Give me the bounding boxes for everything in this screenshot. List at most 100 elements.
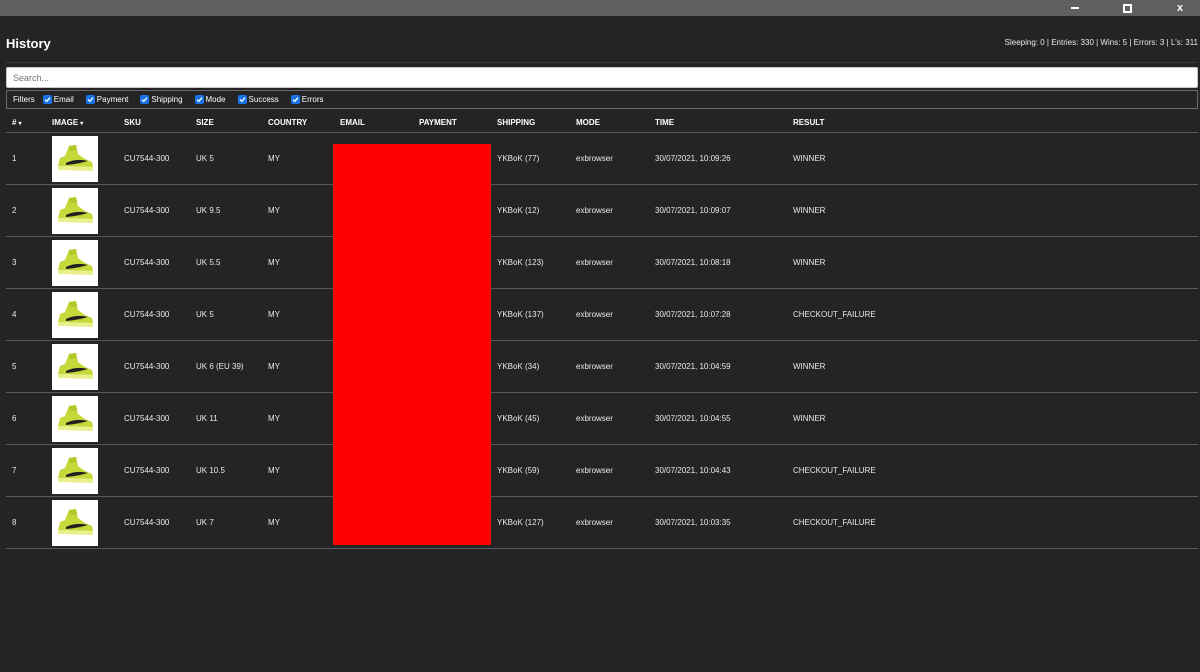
row-sku: CU7544-300 <box>118 132 190 185</box>
row-size: UK 11 <box>190 392 262 445</box>
row-image <box>46 236 118 289</box>
table-row[interactable]: 1 CU7544-300 UK 5 MY YKBoK (77) exbrowser 30/0… <box>6 132 1198 185</box>
filter-payment[interactable]: Payment <box>85 95 129 104</box>
row-result: CHECKOUT_FAILURE <box>787 288 1198 341</box>
column-header-time[interactable]: TIME <box>649 112 787 133</box>
row-country: MY <box>262 340 334 393</box>
sneaker-thumbnail <box>52 187 98 234</box>
row-size: UK 9.5 <box>190 184 262 237</box>
filters-bar: Filters Email Payment Shipping Mode Success E… <box>6 90 1198 109</box>
checkbox-checked-icon[interactable] <box>140 95 150 104</box>
row-number: 4 <box>6 288 46 341</box>
row-time: 30/07/2021, 10:09:26 <box>649 132 787 185</box>
filter-mode[interactable]: Mode <box>194 95 226 104</box>
row-sku: CU7544-300 <box>118 236 190 289</box>
row-number: 2 <box>6 184 46 237</box>
row-country: MY <box>262 288 334 341</box>
column-header-shipping[interactable]: SHIPPING <box>491 112 570 133</box>
table-row[interactable]: 2 CU7544-300 UK 9.5 MY YKBoK (12) exbrowser 30… <box>6 184 1198 237</box>
table-row[interactable]: 5 CU7544-300 UK 6 (EU 39) MY YKBoK (34) exbro… <box>6 340 1198 393</box>
row-image <box>46 132 118 185</box>
filters-label: Filters <box>13 95 35 104</box>
maximize-button[interactable] <box>1107 0 1147 16</box>
row-shipping: YKBoK (123) <box>491 236 570 289</box>
sneaker-thumbnail <box>52 447 98 494</box>
sneaker-thumbnail <box>52 499 98 546</box>
row-mode: exbrowser <box>570 496 649 549</box>
row-result: WINNER <box>787 184 1198 237</box>
column-header-mode[interactable]: MODE <box>570 112 649 133</box>
row-number: 5 <box>6 340 46 393</box>
row-time: 30/07/2021, 10:04:43 <box>649 444 787 497</box>
maximize-icon <box>1122 3 1132 13</box>
row-shipping: YKBoK (77) <box>491 132 570 185</box>
row-country: MY <box>262 236 334 289</box>
row-size: UK 5 <box>190 288 262 341</box>
history-table: # ▾ IMAGE ▾ SKU SIZE COUNTRY EMAIL PAYMENT… <box>6 112 1198 549</box>
row-image <box>46 444 118 497</box>
row-result: WINNER <box>787 340 1198 393</box>
column-header-image[interactable]: IMAGE ▾ <box>46 112 118 133</box>
row-number: 6 <box>6 392 46 445</box>
row-time: 30/07/2021, 10:08:18 <box>649 236 787 289</box>
table-row[interactable]: 6 CU7544-300 UK 11 MY YKBoK (45) exbrowser 30/… <box>6 392 1198 445</box>
search-input[interactable] <box>6 67 1198 88</box>
column-header-result[interactable]: RESULT <box>787 112 1198 133</box>
checkbox-checked-icon[interactable] <box>237 95 247 104</box>
sneaker-thumbnail <box>52 239 98 286</box>
row-shipping: YKBoK (34) <box>491 340 570 393</box>
column-header-number[interactable]: # ▾ <box>6 112 46 133</box>
filter-label: Payment <box>96 95 129 104</box>
row-mode: exbrowser <box>570 392 649 445</box>
filter-email[interactable]: Email <box>42 95 74 104</box>
table-row[interactable]: 7 CU7544-300 UK 10.5 MY YKBoK (59) exbrowser 3… <box>6 444 1198 497</box>
column-header-email[interactable]: EMAIL <box>334 112 413 133</box>
checkbox-checked-icon[interactable] <box>290 95 300 104</box>
filter-label: Shipping <box>151 95 183 104</box>
table-body: 1 CU7544-300 UK 5 MY YKBoK (77) exbrowser 30/0… <box>6 132 1198 549</box>
row-number: 8 <box>6 496 46 549</box>
row-image <box>46 392 118 445</box>
checkbox-checked-icon[interactable] <box>42 95 52 104</box>
close-button[interactable]: x <box>1160 0 1200 16</box>
table-header-row: # ▾ IMAGE ▾ SKU SIZE COUNTRY EMAIL PAYMENT… <box>6 112 1198 133</box>
minimize-icon <box>1071 7 1079 9</box>
window-titlebar: x <box>0 0 1200 16</box>
checkbox-checked-icon[interactable] <box>85 95 95 104</box>
row-size: UK 7 <box>190 496 262 549</box>
row-mode: exbrowser <box>570 236 649 289</box>
row-image <box>46 340 118 393</box>
filter-errors[interactable]: Errors <box>290 95 324 104</box>
column-header-size[interactable]: SIZE <box>190 112 262 133</box>
row-sku: CU7544-300 <box>118 184 190 237</box>
filter-success[interactable]: Success <box>237 95 279 104</box>
filter-shipping[interactable]: Shipping <box>140 95 183 104</box>
divider <box>6 62 1198 63</box>
minimize-button[interactable] <box>1055 0 1095 16</box>
column-header-payment[interactable]: PAYMENT <box>413 112 491 133</box>
row-result: CHECKOUT_FAILURE <box>787 496 1198 549</box>
row-time: 30/07/2021, 10:07:28 <box>649 288 787 341</box>
table-row[interactable]: 4 CU7544-300 UK 5 MY YKBoK (137) exbrowser 30/… <box>6 288 1198 341</box>
row-shipping: YKBoK (59) <box>491 444 570 497</box>
row-result: WINNER <box>787 392 1198 445</box>
checkbox-checked-icon[interactable] <box>194 95 204 104</box>
row-shipping: YKBoK (127) <box>491 496 570 549</box>
row-country: MY <box>262 444 334 497</box>
row-result: WINNER <box>787 132 1198 185</box>
row-size: UK 10.5 <box>190 444 262 497</box>
row-sku: CU7544-300 <box>118 496 190 549</box>
row-shipping: YKBoK (45) <box>491 392 570 445</box>
row-image <box>46 288 118 341</box>
table-row[interactable]: 8 CU7544-300 UK 7 MY YKBoK (127) exbrowser 30/… <box>6 496 1198 549</box>
column-header-sku[interactable]: SKU <box>118 112 190 133</box>
row-mode: exbrowser <box>570 132 649 185</box>
sneaker-thumbnail <box>52 135 98 182</box>
column-header-country[interactable]: COUNTRY <box>262 112 334 133</box>
redaction-box <box>333 144 491 545</box>
row-image <box>46 496 118 549</box>
row-size: UK 6 (EU 39) <box>190 340 262 393</box>
close-icon: x <box>1176 2 1184 14</box>
row-sku: CU7544-300 <box>118 392 190 445</box>
table-row[interactable]: 3 CU7544-300 UK 5.5 MY YKBoK (123) exbrowser 3… <box>6 236 1198 289</box>
